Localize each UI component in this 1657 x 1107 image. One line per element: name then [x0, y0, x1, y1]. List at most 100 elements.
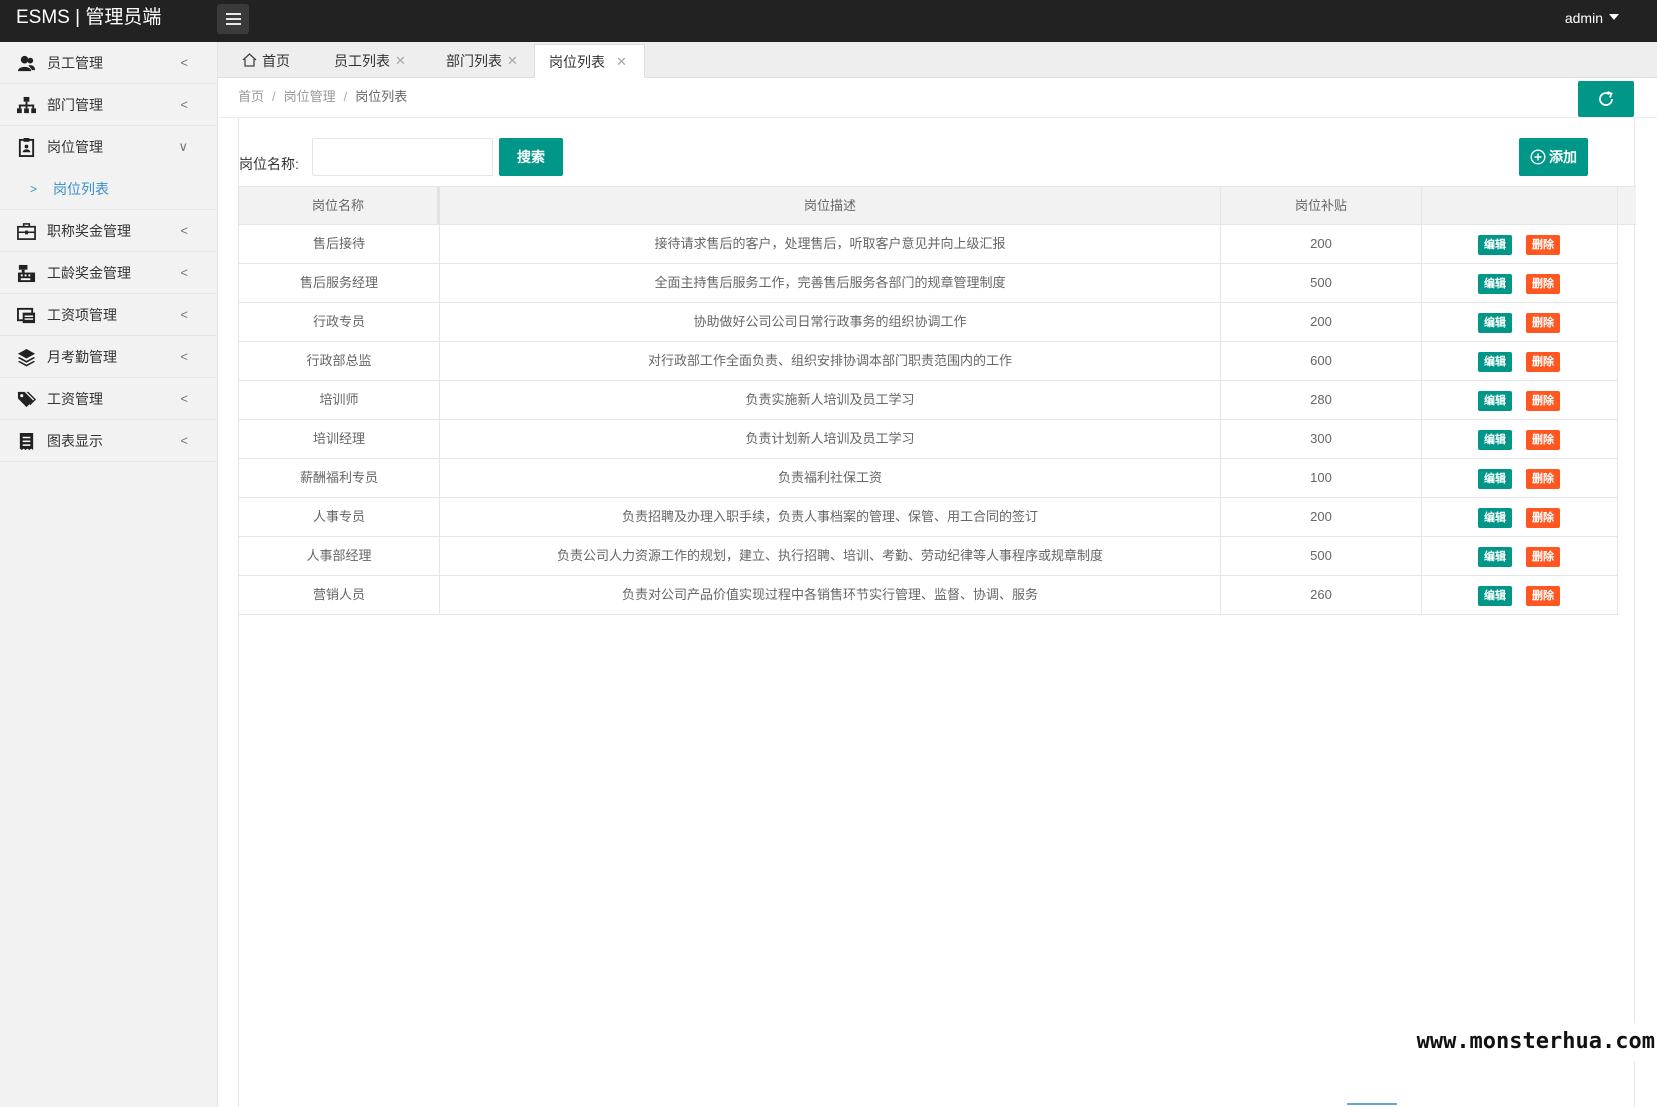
tab-label: 员工列表: [334, 53, 390, 69]
close-icon[interactable]: ✕: [507, 44, 518, 78]
cell-position-name: 行政专员: [239, 303, 440, 341]
cell-position-allowance: 500: [1221, 264, 1422, 302]
cell-position-allowance: 260: [1221, 576, 1422, 614]
column-header-description[interactable]: 岗位描述: [440, 187, 1221, 224]
chevron-left-icon: <: [180, 265, 188, 280]
cell-position-name: 售后接待: [239, 225, 440, 263]
tab-department-list[interactable]: 部门列表 ✕: [422, 44, 534, 78]
cell-position-name: 行政部总监: [239, 342, 440, 380]
cell-position-allowance: 200: [1221, 225, 1422, 263]
delete-button[interactable]: 删除: [1526, 235, 1560, 255]
edit-button[interactable]: 编辑: [1478, 508, 1512, 528]
close-icon[interactable]: ✕: [395, 44, 406, 78]
sidebar-item-label: 工资项管理: [47, 307, 117, 323]
close-icon[interactable]: ✕: [616, 45, 627, 79]
cell-position-description: 协助做好公司公司日常行政事务的组织协调工作: [440, 303, 1221, 341]
delete-button[interactable]: 删除: [1526, 391, 1560, 411]
cell-position-name: 培训经理: [239, 420, 440, 458]
delete-button[interactable]: 删除: [1526, 274, 1560, 294]
delete-button[interactable]: 删除: [1526, 586, 1560, 606]
table-row: 薪酬福利专员 负责福利社保工资 100 编辑 删除: [239, 459, 1618, 498]
chevron-left-icon: <: [180, 97, 188, 112]
tab-position-list[interactable]: 岗位列表 ✕: [534, 44, 645, 78]
sidebar-item-salary-items[interactable]: 工资项管理 <: [0, 294, 217, 336]
chevron-left-icon: <: [180, 391, 188, 406]
chevron-left-icon: <: [180, 307, 188, 322]
edit-button[interactable]: 编辑: [1478, 547, 1512, 567]
sidebar-item-label: 岗位管理: [47, 139, 103, 155]
sidebar-item-attendance[interactable]: 月考勤管理 <: [0, 336, 217, 378]
column-header-name[interactable]: 岗位名称: [239, 187, 440, 224]
sidebar-item-positions[interactable]: 岗位管理 ∨: [0, 126, 217, 168]
add-button-label: 添加: [1549, 149, 1577, 165]
delete-button[interactable]: 删除: [1526, 547, 1560, 567]
scrollbar-gutter: [1618, 187, 1636, 224]
menu-toggle-icon[interactable]: [217, 4, 249, 34]
table-row: 售后接待 接待请求售后的客户，处理售后，听取客户意见并向上级汇报 200 编辑 删除: [239, 225, 1618, 264]
edit-button[interactable]: 编辑: [1478, 313, 1512, 333]
position-name-input[interactable]: [312, 138, 493, 176]
refresh-button[interactable]: [1578, 81, 1634, 117]
id-card-icon: [18, 138, 35, 157]
content-panel: 岗位名称: 搜索 添加 岗位名称 岗位描述 岗位补贴 售后接待 接待请求售后的客户…: [238, 118, 1636, 1107]
add-button[interactable]: 添加: [1519, 138, 1588, 176]
home-icon: [242, 53, 257, 67]
sidebar-item-charts[interactable]: 图表显示 <: [0, 420, 217, 462]
column-header-actions: [1422, 187, 1618, 224]
cell-actions: 编辑 删除: [1422, 459, 1618, 497]
cell-position-allowance: 100: [1221, 459, 1422, 497]
breadcrumb-section[interactable]: 岗位管理: [284, 89, 336, 104]
delete-button[interactable]: 删除: [1526, 430, 1560, 450]
breadcrumb-home[interactable]: 首页: [238, 89, 264, 104]
scroll-indicator: [1347, 1103, 1397, 1105]
edit-button[interactable]: 编辑: [1478, 235, 1512, 255]
edit-button[interactable]: 编辑: [1478, 352, 1512, 372]
delete-button[interactable]: 删除: [1526, 508, 1560, 528]
chevron-down-icon: ∨: [178, 139, 188, 154]
delete-button[interactable]: 删除: [1526, 313, 1560, 333]
cell-actions: 编辑 删除: [1422, 342, 1618, 380]
sidebar-item-employees[interactable]: 员工管理 <: [0, 42, 217, 84]
cell-position-allowance: 200: [1221, 498, 1422, 536]
delete-button[interactable]: 删除: [1526, 469, 1560, 489]
delete-button[interactable]: 删除: [1526, 352, 1560, 372]
cell-position-name: 营销人员: [239, 576, 440, 614]
sidebar-item-label: 工龄奖金管理: [47, 265, 131, 281]
edit-button[interactable]: 编辑: [1478, 469, 1512, 489]
cell-position-allowance: 500: [1221, 537, 1422, 575]
column-header-allowance[interactable]: 岗位补贴: [1221, 187, 1422, 224]
app-brand: ESMS | 管理员端: [16, 7, 162, 28]
table-header: 岗位名称 岗位描述 岗位补贴: [239, 187, 1636, 225]
cell-position-allowance: 200: [1221, 303, 1422, 341]
cell-position-name: 人事专员: [239, 498, 440, 536]
sidebar-item-departments[interactable]: 部门管理 <: [0, 84, 217, 126]
cell-position-description: 负责对公司产品价值实现过程中各销售环节实行管理、监督、协调、服务: [440, 576, 1221, 614]
edit-button[interactable]: 编辑: [1478, 430, 1512, 450]
tab-home[interactable]: 首页: [218, 44, 310, 78]
position-table: 岗位名称 岗位描述 岗位补贴 售后接待 接待请求售后的客户，处理售后，听取客户意见…: [239, 186, 1636, 1107]
cell-position-allowance: 600: [1221, 342, 1422, 380]
cell-position-description: 全面主持售后服务工作，完善售后服务各部门的规章管理制度: [440, 264, 1221, 302]
table-row: 培训经理 负责计划新人培训及员工学习 300 编辑 删除: [239, 420, 1618, 459]
sidebar-subitem-label: 岗位列表: [53, 181, 109, 197]
sidebar-item-salary[interactable]: 工资管理 <: [0, 378, 217, 420]
edit-button[interactable]: 编辑: [1478, 274, 1512, 294]
edit-button[interactable]: 编辑: [1478, 391, 1512, 411]
tab-label: 岗位列表: [549, 54, 605, 70]
cell-actions: 编辑 删除: [1422, 303, 1618, 341]
sidebar-item-seniority-bonus[interactable]: 工龄奖金管理 <: [0, 252, 217, 294]
breadcrumb-separator: /: [272, 89, 276, 104]
sidebar-item-title-bonus[interactable]: 职称奖金管理 <: [0, 210, 217, 252]
search-button[interactable]: 搜索: [499, 138, 563, 176]
cell-position-description: 负责福利社保工资: [440, 459, 1221, 497]
tab-employee-list[interactable]: 员工列表 ✕: [310, 44, 422, 78]
user-menu[interactable]: admin: [1565, 0, 1619, 38]
top-header: ESMS | 管理员端 admin: [0, 0, 1657, 42]
edit-button[interactable]: 编辑: [1478, 586, 1512, 606]
cell-actions: 编辑 删除: [1422, 225, 1618, 263]
sidebar-subitem-position-list[interactable]: > 岗位列表: [0, 168, 217, 210]
refresh-icon: [1599, 91, 1613, 106]
receipt-icon: [19, 432, 34, 451]
cell-position-description: 对行政部工作全面负责、组织安排协调本部门职责范围内的工作: [440, 342, 1221, 380]
cell-position-allowance: 280: [1221, 381, 1422, 419]
